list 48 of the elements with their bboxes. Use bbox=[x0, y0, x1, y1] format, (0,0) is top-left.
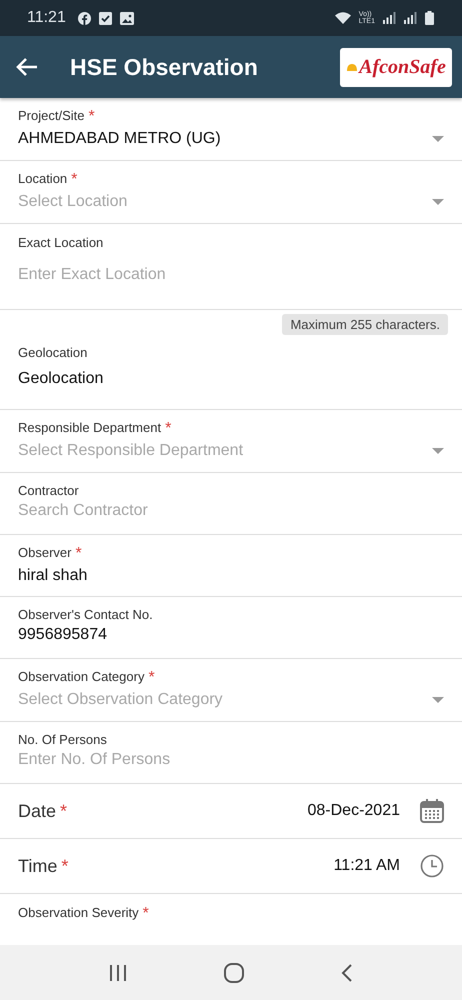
required-asterisk: * bbox=[61, 856, 68, 876]
field-label: Observer's Contact No. bbox=[18, 607, 153, 622]
status-time: 11:21 bbox=[27, 9, 66, 27]
required-asterisk: * bbox=[142, 905, 149, 923]
field-label: Project/Site bbox=[18, 108, 84, 123]
wifi-icon bbox=[334, 12, 351, 24]
signal-icon bbox=[404, 12, 417, 24]
back-arrow-icon[interactable] bbox=[16, 58, 38, 76]
home-icon[interactable] bbox=[224, 962, 244, 982]
required-asterisk: * bbox=[148, 669, 155, 687]
image-icon bbox=[120, 12, 134, 24]
dropdown-arrow-icon[interactable] bbox=[432, 199, 444, 205]
field-label: Observation Category bbox=[18, 669, 144, 684]
screen-title: HSE Observation bbox=[70, 54, 259, 80]
field-label: Exact Location bbox=[18, 235, 104, 250]
required-asterisk: * bbox=[165, 420, 172, 438]
input-field[interactable]: hiral shah bbox=[18, 567, 444, 585]
input-field[interactable]: 9956895874 bbox=[18, 626, 444, 644]
company-logo: AfconSafe bbox=[340, 48, 452, 86]
field-label: Location bbox=[18, 171, 68, 186]
back-icon[interactable] bbox=[341, 964, 354, 982]
checkbox-icon bbox=[98, 12, 112, 24]
battery-icon bbox=[425, 11, 434, 25]
character-limit-hint: Maximum 255 characters. bbox=[282, 314, 448, 335]
recent-apps-icon[interactable] bbox=[108, 964, 127, 980]
field-label: Geolocation bbox=[18, 345, 88, 360]
required-asterisk: * bbox=[88, 108, 95, 126]
calendar-icon[interactable] bbox=[420, 799, 444, 823]
input-field[interactable]: Geolocation bbox=[18, 370, 444, 388]
field-label: Time bbox=[18, 856, 58, 876]
field-label: Observation Severity bbox=[18, 905, 139, 920]
signal-icon bbox=[383, 12, 396, 24]
time-value[interactable]: 11:21 AM bbox=[334, 857, 400, 875]
dropdown-field[interactable]: AHMEDABAD METRO (UG) bbox=[18, 130, 432, 148]
required-asterisk: * bbox=[75, 545, 82, 563]
dropdown-arrow-icon[interactable] bbox=[432, 136, 444, 142]
dropdown-arrow-icon[interactable] bbox=[432, 697, 444, 703]
field-label: Responsible Department bbox=[18, 420, 162, 435]
required-asterisk: * bbox=[60, 800, 68, 822]
field-label: No. Of Persons bbox=[18, 732, 107, 747]
required-asterisk: * bbox=[71, 171, 78, 189]
field-label: Date bbox=[18, 800, 56, 822]
clock-icon[interactable] bbox=[420, 854, 444, 878]
field-label: Contractor bbox=[18, 483, 79, 498]
field-label: Observer bbox=[18, 545, 72, 560]
date-value[interactable]: 08-Dec-2021 bbox=[308, 802, 400, 820]
dropdown-arrow-icon[interactable] bbox=[432, 448, 444, 454]
facebook-icon bbox=[78, 12, 91, 24]
